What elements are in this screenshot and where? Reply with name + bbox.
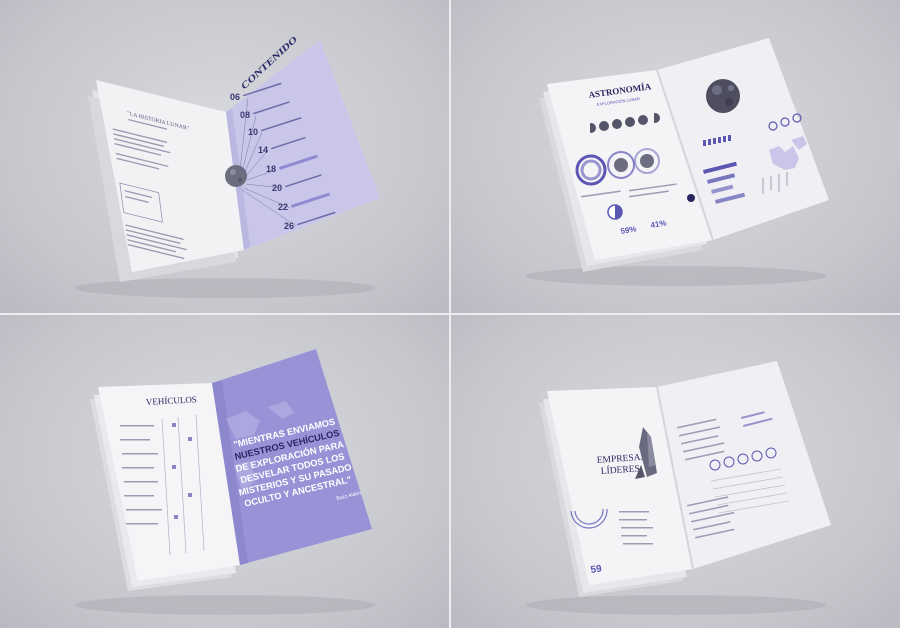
mockup-grid: "LA HISTORIA LUNAR" CONTENIDO 06 08 10 1…: [0, 0, 900, 628]
brochure-vehicles-mockup: VEHÍCULOS "MIENTRAS ENVIAMOS NUESTROS VE…: [0, 315, 449, 628]
page-number-7: 22: [278, 202, 288, 212]
page-number-4: 14: [258, 145, 268, 155]
right-page: [226, 40, 380, 250]
brochure-astronomy-mockup: ASTRONOMÍA EXPLORACIÓN LUNAR 59% 41%: [451, 0, 900, 313]
page-number-2: 08: [240, 110, 250, 120]
brochure-contents-mockup: "LA HISTORIA LUNAR" CONTENIDO 06 08 10 1…: [0, 0, 449, 313]
big-stat: 59: [590, 563, 603, 576]
page-number-5: 18: [266, 164, 276, 174]
moon-image: [225, 165, 247, 187]
divider-horizontal: [0, 313, 900, 315]
page-number-8: 26: [284, 221, 294, 231]
page-number-6: 20: [272, 183, 282, 193]
brochure-companies-mockup: EMPRESAS LÍDERES 59: [451, 315, 900, 628]
page-number-3: 10: [248, 127, 258, 137]
full-moon-image: [706, 79, 740, 113]
page-number-1: 06: [230, 92, 240, 102]
